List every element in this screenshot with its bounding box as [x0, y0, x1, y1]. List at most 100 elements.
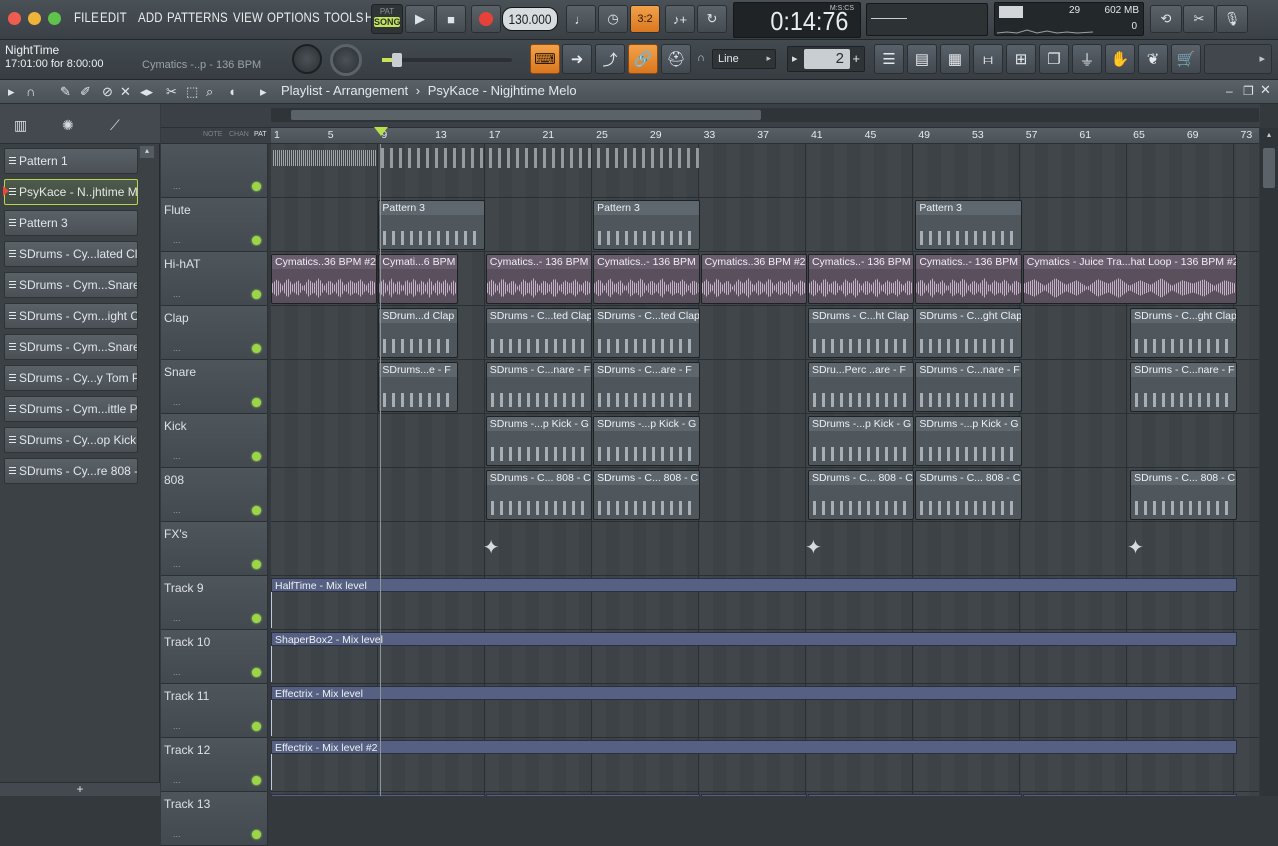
track-options-icon[interactable]: ... — [173, 451, 181, 461]
pattern-clip[interactable]: SDrums - C... 808 - C — [807, 470, 915, 520]
minimize-window-icon[interactable] — [28, 12, 41, 25]
time-ruler[interactable]: 1 5 9 13 17 21 25 29 33 37 41 45 49 53 57 61 65 69 73 — [271, 128, 1259, 144]
typing-keyboard-button[interactable]: ⌨ — [530, 44, 560, 74]
track-options-icon[interactable]: ... — [173, 235, 181, 245]
project-button[interactable]: ❐ — [1039, 44, 1069, 74]
blend-notes-button[interactable]: ♪+ — [665, 5, 695, 33]
automation-clip[interactable]: ShaperBox2 - Mix level — [271, 632, 1237, 682]
minimize-icon[interactable]: – — [1226, 84, 1233, 98]
playback-tool-icon[interactable]: ◖ — [228, 84, 236, 99]
track-lane[interactable]: SDrums -...p Kick - G SDrums -...p Kick -… — [271, 414, 1259, 468]
track-lane[interactable]: SDrums...e - F SDrums - C...nare - F SDrum… — [271, 360, 1259, 414]
track-header[interactable]: Flute... — [161, 198, 268, 252]
shop-button[interactable]: 🛒 — [1171, 44, 1201, 74]
track-lane[interactable]: SDrums - C... 808 - C SDrums - C... 808 -… — [271, 468, 1259, 522]
stop-button[interactable]: ■ — [436, 5, 466, 33]
news-panel[interactable]: ▸ — [1204, 44, 1272, 74]
track-options-icon[interactable]: ... — [173, 721, 181, 731]
track-mute-led[interactable] — [252, 452, 261, 461]
menu-view[interactable]: VIEW — [233, 9, 263, 25]
audio-clip[interactable]: Cymatics..- 136 BPM — [593, 254, 700, 304]
touch-controller-button[interactable]: ✋ — [1105, 44, 1135, 74]
track-lane[interactable]: ✦ ✦ ✦ — [271, 522, 1259, 576]
track-options-icon[interactable]: ... — [173, 559, 181, 569]
track-mute-led[interactable] — [252, 776, 261, 785]
track-lane[interactable]: HalfTime - Mix level — [271, 576, 1259, 630]
undo-button[interactable]: ⟲ — [1150, 5, 1182, 33]
track-header[interactable]: ... — [161, 144, 268, 198]
track-options-icon[interactable]: ... — [173, 343, 181, 353]
menu-add[interactable]: ADD — [138, 9, 163, 25]
track-lane[interactable]: Gross Beat - Mix levelGross Beat - Mix l… — [271, 792, 1259, 796]
track-lane[interactable]: Pattern 3 Pattern 3 Pattern 3 — [271, 198, 1259, 252]
plugin-picker-button[interactable]: ⏚ — [1072, 44, 1102, 74]
mute-tool-icon[interactable]: ✕ — [120, 84, 131, 100]
fx-marker-icon[interactable]: ✦ — [805, 528, 822, 568]
track-options-icon[interactable]: ... — [173, 181, 181, 191]
magnet-snap-icon[interactable]: ∩ — [26, 84, 35, 99]
track-lane[interactable]: Cymatics..36 BPM #2 Cymati...6 BPM Cymatic… — [271, 252, 1259, 306]
track-header[interactable]: Hi-hAT... — [161, 252, 268, 306]
automation-clip[interactable]: Effectrix - Mix level #2 — [271, 740, 1237, 790]
pattern-clip[interactable]: SDrums - C...ted Clap — [593, 308, 700, 358]
audio-clip[interactable]: Cymatics..- 136 BPM — [807, 254, 915, 304]
pattern-clip[interactable]: SDrums - C... 808 - C — [485, 470, 593, 520]
fx-marker-icon[interactable]: ✦ — [483, 528, 500, 568]
audio-clip[interactable]: Cymatics..- 136 BPM — [485, 254, 593, 304]
pattern-clip[interactable]: SDrums - C... 808 - C — [1130, 470, 1237, 520]
track-options-icon[interactable]: ... — [173, 505, 181, 515]
horizontal-scrollbar[interactable] — [291, 110, 761, 120]
track-options-icon[interactable]: ... — [173, 667, 181, 677]
metronome-button[interactable]: ♩ — [566, 5, 596, 33]
delete-tool-icon[interactable]: ⊘ — [102, 84, 113, 100]
mixer-window-button[interactable]: ⧦ — [973, 44, 1003, 74]
pattern-clip[interactable]: SDrums -...p Kick - G — [807, 416, 915, 466]
track-options-icon[interactable]: ... — [173, 397, 181, 407]
audio-clip[interactable]: Cymatics..36 BPM #2 — [700, 254, 807, 304]
pat-song-switch[interactable]: PAT SONG — [371, 4, 403, 34]
track-options-icon[interactable]: ... — [173, 775, 181, 785]
track-lane[interactable]: SDrum...d Clap SDrums - C...ted Clap SDrum… — [271, 306, 1259, 360]
pattern-clip[interactable]: SDru...Perc ..are - F — [807, 362, 915, 412]
close-icon[interactable]: ✕ — [1260, 82, 1271, 98]
piano-roll-window-button[interactable]: ▤ — [907, 44, 937, 74]
pattern-clip[interactable]: Pattern 3 — [378, 200, 485, 250]
piano-icon[interactable]: ▥ — [14, 117, 27, 134]
pattern-clip[interactable]: SDrums -...p Kick - G — [593, 416, 700, 466]
track-lane[interactable] — [271, 144, 1259, 198]
track-mute-led[interactable] — [252, 236, 261, 245]
automation-clip[interactable]: Effectrix - Mix level — [271, 686, 1237, 736]
track-mute-led[interactable] — [252, 506, 261, 515]
track-mute-led[interactable] — [252, 290, 261, 299]
master-pitch-knob[interactable] — [330, 44, 362, 76]
pattern-clip[interactable]: SDrums - C... 808 - C — [915, 470, 1022, 520]
track-mute-led[interactable] — [252, 668, 261, 677]
time-display[interactable]: M:S:CS 0:14:76 — [733, 2, 861, 38]
slip-tool-icon[interactable]: ◂▸ — [140, 84, 153, 100]
audio-clip[interactable]: Cymatics..36 BPM #2 — [271, 254, 378, 304]
fx-marker-icon[interactable]: ✦ — [1127, 528, 1144, 568]
maximize-window-icon[interactable] — [48, 12, 61, 25]
track-options-icon[interactable]: ... — [173, 289, 181, 299]
pattern-clip[interactable]: SDrums -...p Kick - G — [915, 416, 1022, 466]
vertical-scrollbar[interactable]: ▴ — [1260, 128, 1278, 796]
slice-tool-icon[interactable]: ✂ — [166, 84, 177, 100]
track-mute-led[interactable] — [252, 182, 261, 191]
track-header[interactable]: Track 13... — [161, 792, 268, 846]
menu-file[interactable]: FILE — [74, 9, 99, 25]
pattern-clip[interactable]: SDrums...e - F — [378, 362, 458, 412]
pattern-selector[interactable]: ▸ 2 + — [787, 46, 865, 72]
pattern-clip[interactable]: SDrums - C...ght Clap — [915, 308, 1022, 358]
countdown-button[interactable]: 3:2 — [630, 5, 660, 33]
record-button[interactable] — [471, 5, 501, 33]
playlist-window-button[interactable]: ☰ — [874, 44, 904, 74]
pencil-tool-icon[interactable]: ✎ — [60, 84, 71, 100]
pattern-clip[interactable]: SDrums - C...nare - F — [1130, 362, 1237, 412]
channel-rack-window-button[interactable]: ▦ — [940, 44, 970, 74]
track-header[interactable]: Clap... — [161, 306, 268, 360]
track-mute-led[interactable] — [252, 398, 261, 407]
mic-button[interactable]: 🎙 — [1216, 5, 1248, 33]
pattern-clip[interactable]: Pattern 3 — [915, 200, 1022, 250]
menu-tools[interactable]: TOOLS — [324, 9, 364, 25]
pattern-clip[interactable]: SDrums - C...nare - F — [485, 362, 593, 412]
